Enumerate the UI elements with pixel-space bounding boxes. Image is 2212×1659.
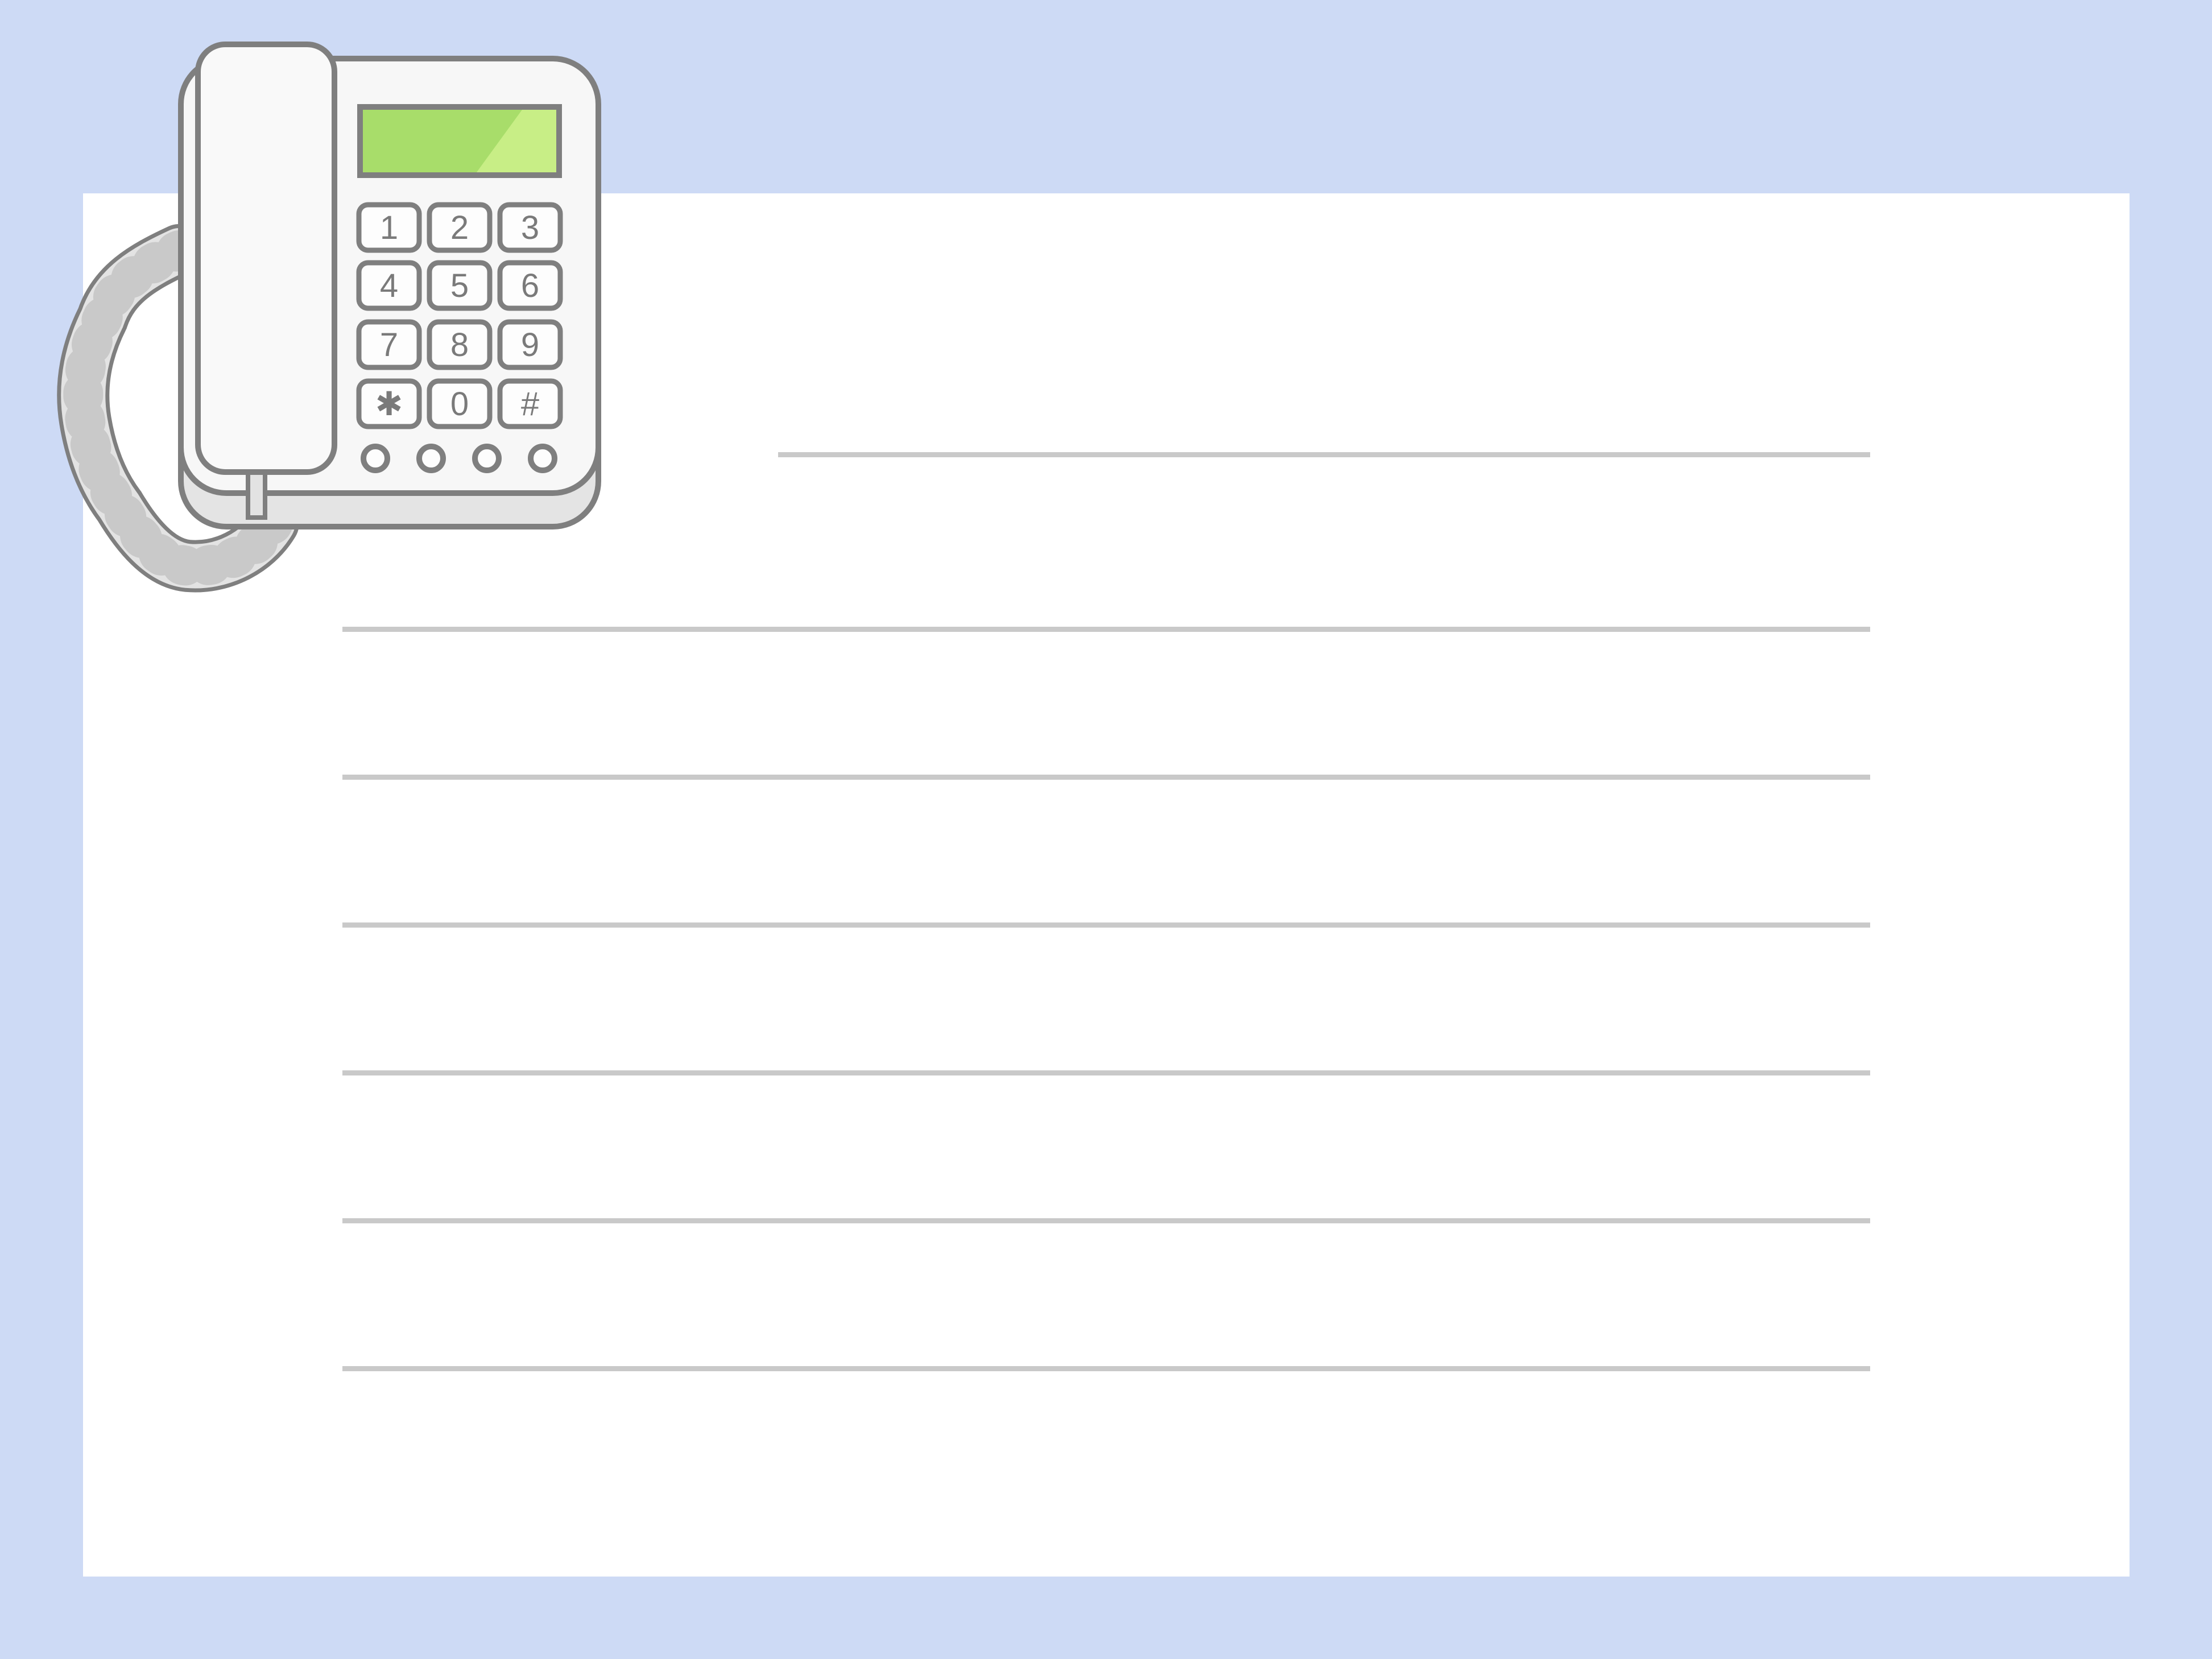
function-button-4[interactable] — [528, 444, 557, 473]
memo-line-1 — [778, 452, 1870, 457]
handset — [195, 42, 337, 475]
svg-text:3: 3 — [521, 209, 539, 246]
key-3[interactable]: 3 — [497, 202, 563, 253]
key-5[interactable]: 5 — [427, 260, 493, 311]
memo-line-6 — [342, 1218, 1870, 1223]
function-button-2[interactable] — [416, 444, 446, 473]
svg-text:5: 5 — [450, 267, 469, 304]
key-2[interactable]: 2 — [427, 202, 493, 253]
memo-line-5 — [342, 1070, 1870, 1075]
memo-line-7 — [342, 1366, 1870, 1371]
phone-display — [357, 104, 562, 178]
desk-telephone-icon: 1 2 3 4 5 6 7 8 9 ✱ 0 # — [57, 42, 601, 593]
svg-text:7: 7 — [380, 326, 398, 363]
memo-card: 1 2 3 4 5 6 7 8 9 ✱ 0 # — [0, 0, 2212, 1659]
key-hash[interactable]: # — [497, 378, 563, 429]
memo-line-3 — [342, 775, 1870, 780]
svg-text:#: # — [521, 386, 539, 423]
key-6[interactable]: 6 — [497, 260, 563, 311]
key-7[interactable]: 7 — [356, 319, 422, 370]
key-9[interactable]: 9 — [497, 319, 563, 370]
svg-text:✱: ✱ — [375, 386, 403, 423]
key-8[interactable]: 8 — [427, 319, 493, 370]
svg-text:8: 8 — [450, 326, 469, 363]
key-0[interactable]: 0 — [427, 378, 493, 429]
key-1[interactable]: 1 — [356, 202, 422, 253]
memo-line-4 — [342, 922, 1870, 928]
memo-line-2 — [342, 627, 1870, 632]
svg-text:6: 6 — [521, 267, 539, 304]
key-star[interactable]: ✱ — [356, 378, 422, 429]
function-button-1[interactable] — [361, 444, 390, 473]
svg-text:4: 4 — [380, 267, 398, 304]
function-button-3[interactable] — [472, 444, 502, 473]
svg-text:1: 1 — [380, 209, 398, 246]
svg-text:9: 9 — [521, 326, 539, 363]
svg-text:2: 2 — [450, 209, 469, 246]
svg-text:0: 0 — [450, 386, 469, 423]
key-4[interactable]: 4 — [356, 260, 422, 311]
